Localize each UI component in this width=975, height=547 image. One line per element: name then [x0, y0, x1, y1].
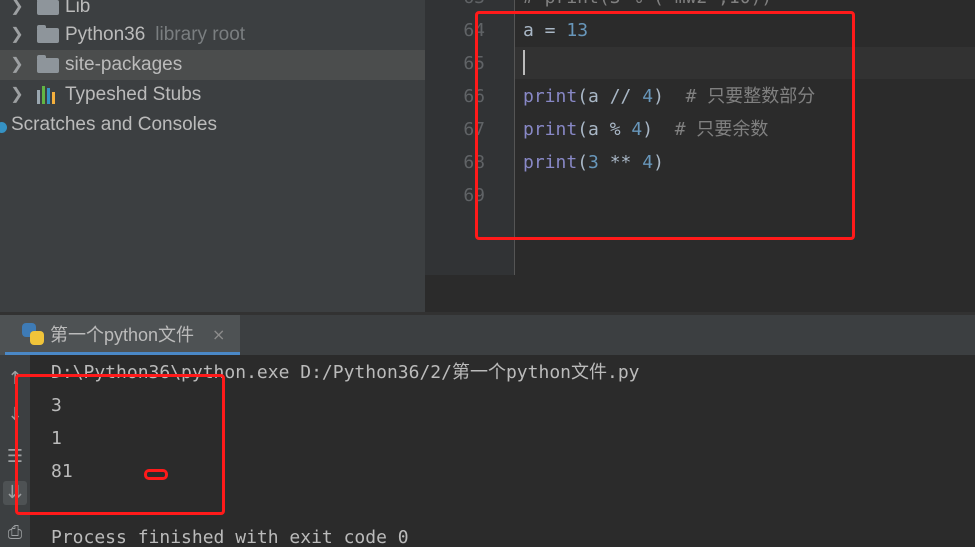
chevron-right-icon[interactable]: ❯	[8, 0, 26, 22]
annotation-box-code	[475, 11, 855, 240]
annotation-mark	[144, 469, 168, 480]
run-tab-bar: 第一个python文件 ×	[0, 315, 975, 355]
ide-window: ❯ Lib ❯ Python36 library root ❯ site-pack…	[0, 0, 975, 547]
chevron-right-icon[interactable]: ❯	[8, 50, 26, 80]
run-tab[interactable]: 第一个python文件 ×	[0, 315, 240, 355]
project-tree: ❯ Lib ❯ Python36 library root ❯ site-pack…	[0, 0, 425, 312]
chevron-right-icon[interactable]: ❯	[8, 20, 26, 50]
run-tab-label: 第一个python文件	[50, 325, 195, 345]
tree-item-label: site-packages	[65, 54, 183, 75]
close-icon[interactable]: ×	[212, 315, 225, 355]
folder-icon	[37, 55, 59, 73]
chevron-right-icon[interactable]: ❯	[8, 80, 26, 110]
scratches-icon	[0, 122, 7, 133]
folder-icon	[37, 25, 59, 43]
stubs-icon	[37, 86, 59, 104]
folder-icon	[37, 0, 59, 15]
tree-item-label: Python36	[65, 24, 146, 45]
python-icon	[22, 323, 44, 345]
tree-item-label: Lib	[65, 0, 91, 17]
tree-item-site-packages[interactable]: ❯ site-packages	[0, 50, 425, 80]
annotation-box-output	[15, 374, 225, 515]
console-exit-line: Process finished with exit code 0	[51, 527, 409, 547]
tree-item-label: Typeshed Stubs	[65, 84, 202, 105]
print-icon[interactable]: ⎙	[3, 521, 27, 545]
library-root-hint: library root	[155, 24, 246, 45]
tree-item-label: Scratches and Consoles	[11, 114, 217, 135]
